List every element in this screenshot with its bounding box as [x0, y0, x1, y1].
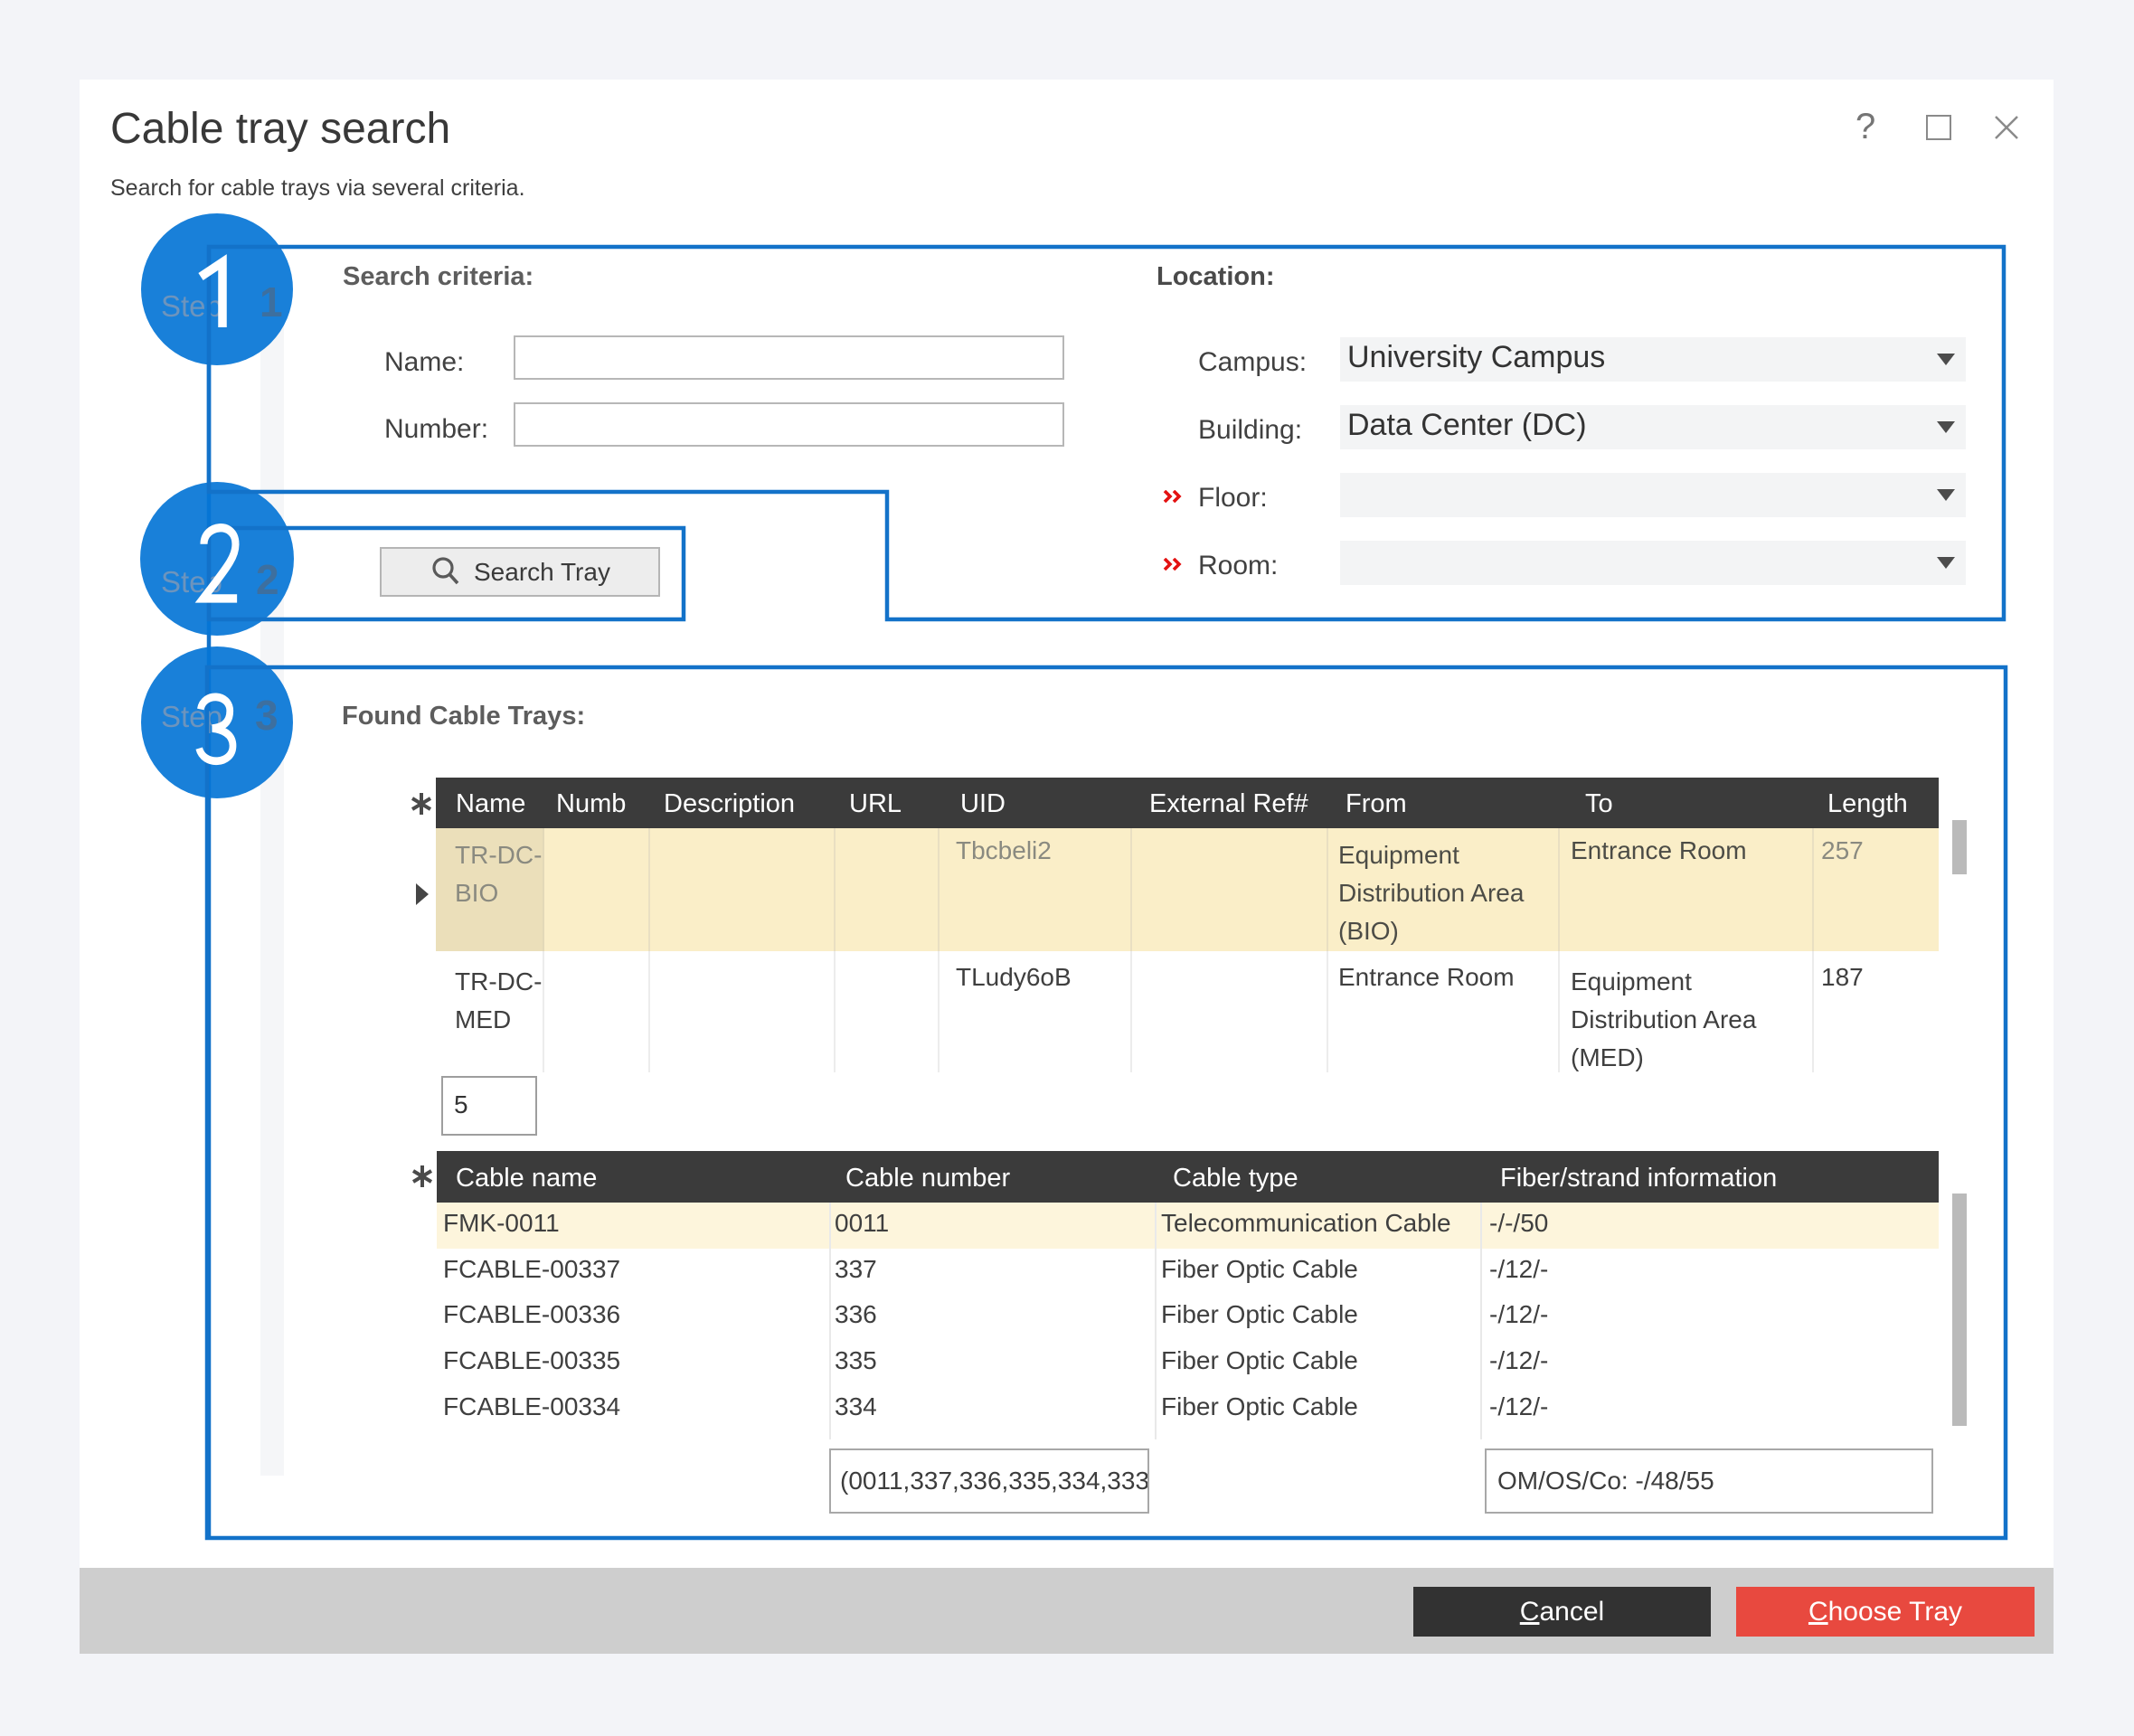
- svg-text:1: 1: [260, 278, 283, 326]
- svg-text:2: 2: [256, 556, 279, 603]
- svg-text:3: 3: [255, 692, 279, 739]
- svg-text:Step: Step: [161, 289, 222, 323]
